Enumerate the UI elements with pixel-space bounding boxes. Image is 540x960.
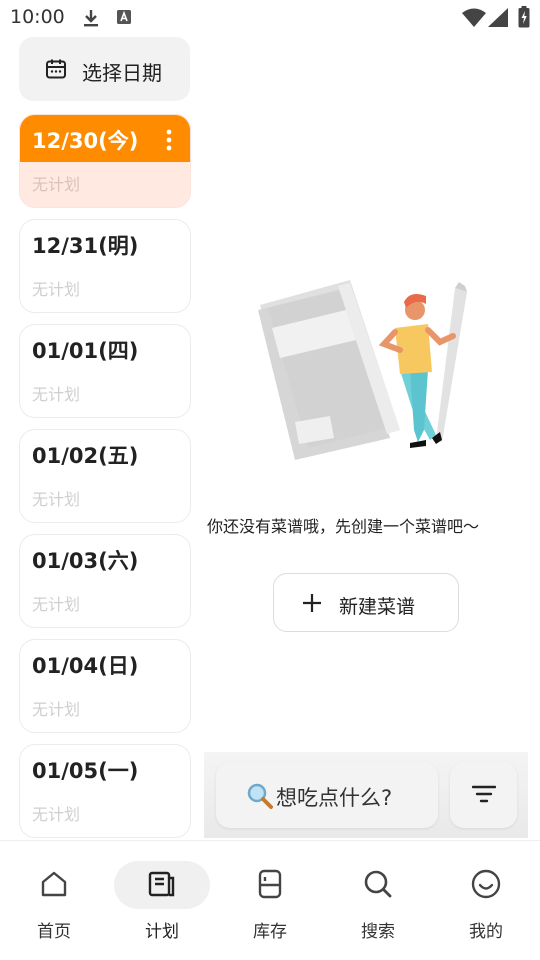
nav-inventory[interactable]: 库存 bbox=[216, 841, 324, 951]
download-icon bbox=[82, 8, 100, 32]
day-plan-status: 无计划 bbox=[32, 175, 81, 194]
nav-profile[interactable]: 我的 bbox=[432, 841, 540, 951]
more-options-icon[interactable] bbox=[166, 129, 172, 155]
search-prompt: 想吃点什么? bbox=[276, 786, 393, 810]
empty-recipe-illustration bbox=[250, 280, 475, 464]
home-icon bbox=[38, 868, 70, 904]
plan-icon bbox=[146, 868, 178, 904]
inventory-icon bbox=[254, 868, 286, 904]
calendar-icon bbox=[44, 57, 68, 85]
day-plan-status: 无计划 bbox=[32, 805, 81, 824]
nav-label: 搜索 bbox=[361, 922, 395, 942]
bottom-navigation: 首页 计划 库存 搜索 我的 bbox=[0, 840, 540, 960]
day-card[interactable]: 01/03(六) 无计划 bbox=[19, 534, 191, 628]
day-card[interactable]: 01/01(四) 无计划 bbox=[19, 324, 191, 418]
nav-home[interactable]: 首页 bbox=[0, 841, 108, 951]
filter-icon bbox=[471, 784, 497, 808]
day-date: 01/01(四) bbox=[32, 339, 139, 363]
search-box[interactable]: 想吃点什么? bbox=[216, 762, 438, 828]
day-card[interactable]: 01/05(一) 无计划 bbox=[19, 744, 191, 838]
day-date: 01/05(一) bbox=[32, 759, 139, 783]
select-date-label: 选择日期 bbox=[82, 61, 162, 85]
search-icon bbox=[362, 868, 394, 904]
day-card[interactable]: 01/04(日) 无计划 bbox=[19, 639, 191, 733]
plus-icon bbox=[302, 593, 322, 617]
nav-label: 我的 bbox=[469, 922, 503, 942]
battery-charging-icon bbox=[518, 6, 530, 32]
day-date: 12/30(今) bbox=[32, 129, 139, 153]
empty-state-message: 你还没有菜谱哦，先创建一个菜谱吧～ bbox=[207, 517, 480, 536]
day-plan-status: 无计划 bbox=[32, 490, 81, 509]
day-card[interactable]: 12/31(明) 无计划 bbox=[19, 219, 191, 313]
profile-icon bbox=[470, 868, 502, 904]
wifi-icon bbox=[462, 7, 486, 31]
keyboard-a-icon bbox=[116, 8, 132, 30]
nav-plan[interactable]: 计划 bbox=[108, 841, 216, 951]
nav-label: 首页 bbox=[37, 922, 71, 942]
filter-button[interactable] bbox=[450, 762, 517, 828]
nav-label: 库存 bbox=[253, 922, 287, 942]
nav-label: 计划 bbox=[145, 922, 179, 942]
magnifier-icon bbox=[246, 782, 274, 814]
day-date: 01/03(六) bbox=[32, 549, 139, 573]
day-plan-status: 无计划 bbox=[32, 595, 81, 614]
new-recipe-label: 新建菜谱 bbox=[339, 596, 416, 618]
day-card-today[interactable]: 12/30(今) 无计划 bbox=[19, 114, 191, 208]
day-plan-status: 无计划 bbox=[32, 280, 81, 299]
day-date: 01/02(五) bbox=[32, 444, 139, 468]
cellular-signal-icon bbox=[488, 8, 508, 31]
nav-search[interactable]: 搜索 bbox=[324, 841, 432, 951]
new-recipe-button[interactable]: 新建菜谱 bbox=[273, 573, 459, 632]
day-date: 01/04(日) bbox=[32, 654, 139, 678]
day-plan-status: 无计划 bbox=[32, 700, 81, 719]
day-plan-status: 无计划 bbox=[32, 385, 81, 404]
status-time: 10:00 bbox=[10, 6, 65, 28]
status-bar: 10:00 bbox=[0, 0, 540, 36]
day-date: 12/31(明) bbox=[32, 234, 139, 258]
select-date-button[interactable]: 选择日期 bbox=[19, 37, 190, 101]
day-card[interactable]: 01/02(五) 无计划 bbox=[19, 429, 191, 523]
